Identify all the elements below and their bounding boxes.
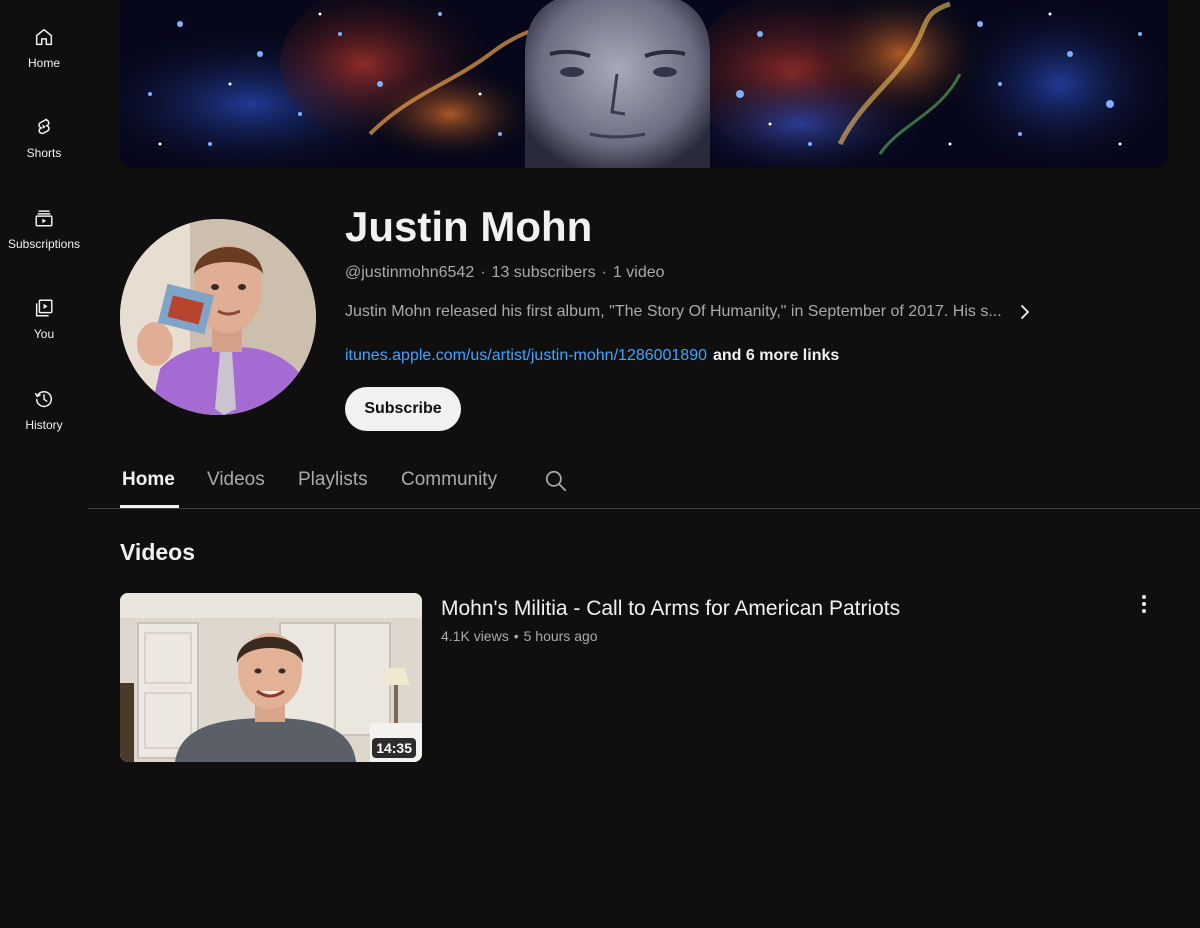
section-title-videos: Videos	[120, 539, 195, 565]
left-nav-rail: Home Shorts Subscriptions You History	[0, 0, 88, 928]
channel-handle: @justinmohn6542	[345, 264, 475, 281]
more-links-button[interactable]: and 6 more links	[713, 347, 839, 364]
chevron-right-icon	[1020, 305, 1029, 319]
nav-label-home: Home	[27, 56, 60, 70]
nav-label-shorts: Shorts	[26, 146, 62, 160]
avatar-image	[120, 219, 316, 415]
channel-tabs: Home Videos Playlists Community	[88, 455, 1200, 509]
channel-description[interactable]: Justin Mohn released his first album, "T…	[345, 303, 1085, 321]
video-count: 1 video	[612, 264, 665, 281]
video-meta: 4.1K views • 5 hours ago	[441, 628, 598, 644]
tab-playlists[interactable]: Playlists	[298, 469, 368, 491]
video-views: 4.1K views	[441, 628, 509, 644]
channel-meta: @justinmohn6542 · 13 subscribers · 1 video	[345, 264, 665, 282]
channel-avatar[interactable]	[120, 219, 316, 415]
nav-label-subscriptions: Subscriptions	[7, 237, 81, 251]
subscriber-count: 13 subscribers	[491, 264, 596, 281]
shorts-icon	[38, 118, 50, 135]
nav-item-subscriptions[interactable]: Subscriptions	[0, 181, 88, 251]
nav-label-history: History	[25, 418, 63, 432]
meta-separator: ·	[480, 264, 486, 281]
history-icon	[34, 391, 53, 408]
meta-dot: •	[513, 628, 519, 644]
subscribe-button[interactable]: Subscribe	[345, 387, 461, 431]
nav-item-you[interactable]: You	[0, 271, 88, 341]
tab-community[interactable]: Community	[401, 469, 497, 491]
subscriptions-icon	[35, 210, 53, 227]
nav-label-you: You	[33, 327, 55, 341]
thumbnail-image	[120, 593, 422, 762]
nav-item-home[interactable]: Home	[0, 0, 88, 70]
video-age: 5 hours ago	[523, 628, 598, 644]
channel-link-url[interactable]: itunes.apple.com/us/artist/justin-mohn/1…	[345, 347, 707, 364]
banner-image	[120, 0, 1168, 168]
channel-links: itunes.apple.com/us/artist/justin-mohn/1…	[345, 347, 839, 365]
tab-home[interactable]: Home	[122, 469, 175, 491]
active-tab-indicator	[120, 505, 179, 508]
you-library-icon	[35, 299, 53, 317]
home-icon	[35, 28, 53, 46]
channel-name: Justin Mohn	[345, 203, 593, 250]
video-thumbnail[interactable]: 14:35	[120, 593, 422, 762]
more-actions-icon[interactable]	[1132, 592, 1156, 618]
tab-videos[interactable]: Videos	[207, 469, 265, 491]
nav-item-shorts[interactable]: Shorts	[0, 90, 88, 160]
video-duration-badge: 14:35	[372, 738, 416, 758]
meta-separator: ·	[601, 264, 607, 281]
channel-description-text: Justin Mohn released his first album, "T…	[345, 303, 1002, 320]
video-title[interactable]: Mohn's Militia - Call to Arms for Americ…	[441, 597, 900, 621]
search-icon[interactable]	[543, 468, 569, 494]
channel-banner	[120, 0, 1168, 168]
nav-item-history[interactable]: History	[0, 362, 88, 432]
